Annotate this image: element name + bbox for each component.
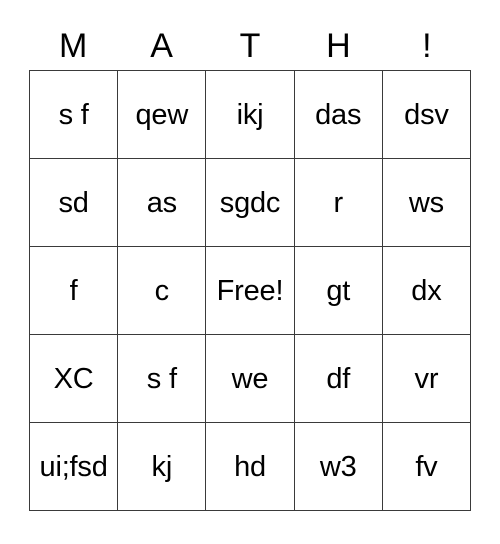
bingo-cell-label: hd — [234, 450, 266, 483]
header-letter-3: T — [239, 27, 261, 65]
bingo-cell-label: qew — [135, 98, 189, 131]
bingo-card: M A T H ! s f qew ikj das dsv sd as sgdc… — [29, 22, 472, 511]
bingo-cell-r1c1[interactable]: s f — [30, 71, 119, 159]
bingo-cell-r3c1[interactable]: f — [30, 247, 119, 335]
bingo-cell-r3c2[interactable]: c — [118, 247, 207, 335]
bingo-cell-r1c4[interactable]: das — [294, 71, 383, 159]
bingo-cell-r3c4[interactable]: gt — [294, 247, 383, 335]
bingo-cell-label: s f — [58, 98, 89, 131]
bingo-cell-label: fv — [415, 450, 438, 483]
bingo-cell-r4c5[interactable]: vr — [382, 335, 472, 423]
bingo-cell-label: ws — [408, 186, 444, 219]
bingo-cell-label: s f — [146, 362, 177, 395]
bingo-cell-r2c5[interactable]: ws — [382, 159, 472, 247]
bingo-cell-r5c4[interactable]: w3 — [294, 423, 383, 511]
bingo-cell-r5c3[interactable]: hd — [206, 423, 295, 511]
bingo-cell-label: as — [146, 186, 177, 219]
bingo-cell-label: df — [326, 362, 351, 395]
bingo-cell-label: dsv — [404, 98, 449, 131]
bingo-cell-r1c5[interactable]: dsv — [382, 71, 472, 159]
bingo-cell-label: vr — [414, 362, 439, 395]
bingo-cell-label: we — [231, 362, 269, 395]
bingo-cell-label: ui;fsd — [39, 450, 108, 483]
bingo-cell-r4c1[interactable]: XC — [30, 335, 119, 423]
bingo-cell-label: kj — [151, 450, 173, 483]
bingo-cell-label: c — [154, 274, 170, 307]
bingo-cell-r1c3[interactable]: ikj — [206, 71, 295, 159]
bingo-cell-label: XC — [53, 362, 94, 395]
bingo-row-2: sd as sgdc r ws — [30, 159, 472, 247]
header-letter-5: ! — [422, 27, 432, 65]
bingo-cell-r4c3[interactable]: we — [206, 335, 295, 423]
bingo-cell-label: sd — [58, 186, 89, 219]
header-letter-4: H — [326, 27, 351, 65]
bingo-cell-r1c2[interactable]: qew — [118, 71, 207, 159]
bingo-cell-label: dx — [411, 274, 442, 307]
bingo-cell-free-space[interactable]: Free! — [206, 247, 295, 335]
bingo-row-5: ui;fsd kj hd w3 fv — [30, 423, 472, 511]
bingo-cell-r2c3[interactable]: sgdc — [206, 159, 295, 247]
bingo-cell-label: das — [315, 98, 362, 131]
bingo-cell-label: ikj — [236, 98, 264, 131]
bingo-cell-r4c2[interactable]: s f — [118, 335, 207, 423]
bingo-header-row: M A T H ! — [29, 22, 471, 70]
header-letter-2: A — [150, 27, 173, 65]
bingo-grid: s f qew ikj das dsv sd as sgdc r ws f c … — [29, 70, 472, 511]
bingo-cell-r2c4[interactable]: r — [294, 159, 383, 247]
bingo-cell-r2c1[interactable]: sd — [30, 159, 119, 247]
bingo-row-3: f c Free! gt dx — [30, 247, 472, 335]
bingo-cell-label: r — [333, 186, 343, 219]
bingo-row-1: s f qew ikj das dsv — [30, 71, 472, 159]
bingo-cell-label: f — [69, 274, 78, 307]
bingo-cell-r4c4[interactable]: df — [294, 335, 383, 423]
bingo-cell-r5c1[interactable]: ui;fsd — [30, 423, 119, 511]
header-letter-1: M — [59, 27, 88, 65]
bingo-cell-r5c2[interactable]: kj — [118, 423, 207, 511]
bingo-row-4: XC s f we df vr — [30, 335, 472, 423]
bingo-cell-label: w3 — [319, 450, 357, 483]
bingo-cell-label: gt — [326, 274, 351, 307]
bingo-cell-r3c5[interactable]: dx — [382, 247, 472, 335]
bingo-cell-r5c5[interactable]: fv — [382, 423, 472, 511]
bingo-cell-label: sgdc — [219, 186, 281, 219]
free-space-label: Free! — [216, 274, 284, 307]
bingo-cell-r2c2[interactable]: as — [118, 159, 207, 247]
